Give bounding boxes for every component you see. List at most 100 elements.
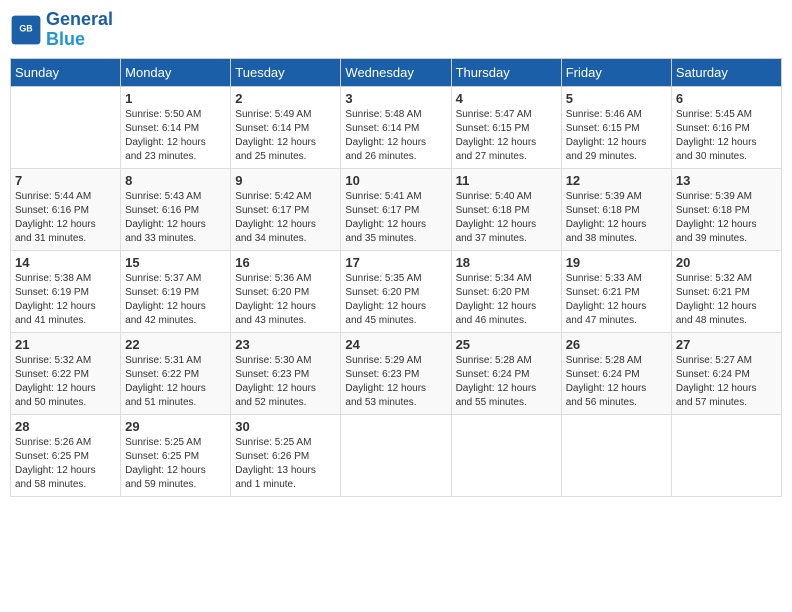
calendar-cell: 2 Sunrise: 5:49 AM Sunset: 6:14 PM Daylig… bbox=[231, 86, 341, 168]
day-info: Sunrise: 5:27 AM Sunset: 6:24 PM Dayligh… bbox=[676, 354, 777, 410]
calendar-cell: 12 Sunrise: 5:39 AM Sunset: 6:18 PM Dayli… bbox=[561, 168, 671, 250]
day-number: 13 bbox=[676, 173, 777, 188]
calendar-cell: 23Sunrise: 5:30 AM Sunset: 6:23 PM Dayli… bbox=[231, 332, 341, 414]
calendar-cell: 22 Sunrise: 5:31 AM Sunset: 6:22 PM Dayli… bbox=[121, 332, 231, 414]
calendar-week-row: 21Sunrise: 5:32 AM Sunset: 6:22 PM Dayli… bbox=[11, 332, 782, 414]
calendar-cell: 9 Sunrise: 5:42 AM Sunset: 6:17 PM Daylig… bbox=[231, 168, 341, 250]
day-info: Sunrise: 5:50 AM Sunset: 6:14 PM Dayligh… bbox=[125, 108, 226, 164]
day-header-saturday: Saturday bbox=[671, 58, 781, 86]
calendar-table: SundayMondayTuesdayWednesdayThursdayFrid… bbox=[10, 58, 782, 497]
day-info: Sunrise: 5:33 AM Sunset: 6:21 PM Dayligh… bbox=[566, 272, 667, 328]
day-info: Sunrise: 5:48 AM Sunset: 6:14 PM Dayligh… bbox=[345, 108, 446, 164]
day-info: Sunrise: 5:28 AM Sunset: 6:24 PM Dayligh… bbox=[566, 354, 667, 410]
day-info: Sunrise: 5:46 AM Sunset: 6:15 PM Dayligh… bbox=[566, 108, 667, 164]
day-number: 23 bbox=[235, 337, 336, 352]
day-info: Sunrise: 5:31 AM Sunset: 6:22 PM Dayligh… bbox=[125, 354, 226, 410]
day-number: 12 bbox=[566, 173, 667, 188]
day-number: 17 bbox=[345, 255, 446, 270]
day-number: 15 bbox=[125, 255, 226, 270]
day-info: Sunrise: 5:35 AM Sunset: 6:20 PM Dayligh… bbox=[345, 272, 446, 328]
calendar-week-row: 14 Sunrise: 5:38 AM Sunset: 6:19 PM Dayli… bbox=[11, 250, 782, 332]
day-info: Sunrise: 5:47 AM Sunset: 6:15 PM Dayligh… bbox=[456, 108, 557, 164]
day-header-wednesday: Wednesday bbox=[341, 58, 451, 86]
day-number: 19 bbox=[566, 255, 667, 270]
day-number: 30 bbox=[235, 419, 336, 434]
day-header-monday: Monday bbox=[121, 58, 231, 86]
calendar-cell: 15 Sunrise: 5:37 AM Sunset: 6:19 PM Dayli… bbox=[121, 250, 231, 332]
calendar-cell: 10 Sunrise: 5:41 AM Sunset: 6:17 PM Dayli… bbox=[341, 168, 451, 250]
calendar-cell: 13 Sunrise: 5:39 AM Sunset: 6:18 PM Dayli… bbox=[671, 168, 781, 250]
day-number: 4 bbox=[456, 91, 557, 106]
calendar-cell: 18Sunrise: 5:34 AM Sunset: 6:20 PM Dayli… bbox=[451, 250, 561, 332]
day-info: Sunrise: 5:28 AM Sunset: 6:24 PM Dayligh… bbox=[456, 354, 557, 410]
calendar-cell: 27 Sunrise: 5:27 AM Sunset: 6:24 PM Dayli… bbox=[671, 332, 781, 414]
calendar-cell: 6Sunrise: 5:45 AM Sunset: 6:16 PM Daylig… bbox=[671, 86, 781, 168]
calendar-cell: 17 Sunrise: 5:35 AM Sunset: 6:20 PM Dayli… bbox=[341, 250, 451, 332]
calendar-cell bbox=[451, 414, 561, 496]
day-info: Sunrise: 5:38 AM Sunset: 6:19 PM Dayligh… bbox=[15, 272, 116, 328]
day-number: 14 bbox=[15, 255, 116, 270]
day-number: 2 bbox=[235, 91, 336, 106]
calendar-cell bbox=[341, 414, 451, 496]
day-header-thursday: Thursday bbox=[451, 58, 561, 86]
calendar-cell: 7 Sunrise: 5:44 AM Sunset: 6:16 PM Daylig… bbox=[11, 168, 121, 250]
day-info: Sunrise: 5:40 AM Sunset: 6:18 PM Dayligh… bbox=[456, 190, 557, 246]
day-number: 24 bbox=[345, 337, 446, 352]
calendar-week-row: 28 Sunrise: 5:26 AM Sunset: 6:25 PM Dayli… bbox=[11, 414, 782, 496]
day-info: Sunrise: 5:26 AM Sunset: 6:25 PM Dayligh… bbox=[15, 436, 116, 492]
day-info: Sunrise: 5:44 AM Sunset: 6:16 PM Dayligh… bbox=[15, 190, 116, 246]
calendar-cell: 11 Sunrise: 5:40 AM Sunset: 6:18 PM Dayli… bbox=[451, 168, 561, 250]
calendar-cell: 26 Sunrise: 5:28 AM Sunset: 6:24 PM Dayli… bbox=[561, 332, 671, 414]
day-info: Sunrise: 5:39 AM Sunset: 6:18 PM Dayligh… bbox=[566, 190, 667, 246]
day-info: Sunrise: 5:32 AM Sunset: 6:22 PM Dayligh… bbox=[15, 354, 116, 410]
day-number: 11 bbox=[456, 173, 557, 188]
day-info: Sunrise: 5:25 AM Sunset: 6:26 PM Dayligh… bbox=[235, 436, 336, 492]
day-number: 8 bbox=[125, 173, 226, 188]
calendar-cell bbox=[561, 414, 671, 496]
day-number: 5 bbox=[566, 91, 667, 106]
calendar-cell: 20 Sunrise: 5:32 AM Sunset: 6:21 PM Dayli… bbox=[671, 250, 781, 332]
day-info: Sunrise: 5:37 AM Sunset: 6:19 PM Dayligh… bbox=[125, 272, 226, 328]
day-info: Sunrise: 5:25 AM Sunset: 6:25 PM Dayligh… bbox=[125, 436, 226, 492]
calendar-cell: 30 Sunrise: 5:25 AM Sunset: 6:26 PM Dayli… bbox=[231, 414, 341, 496]
day-number: 3 bbox=[345, 91, 446, 106]
calendar-week-row: 1 Sunrise: 5:50 AM Sunset: 6:14 PM Daylig… bbox=[11, 86, 782, 168]
day-number: 10 bbox=[345, 173, 446, 188]
day-info: Sunrise: 5:29 AM Sunset: 6:23 PM Dayligh… bbox=[345, 354, 446, 410]
day-header-friday: Friday bbox=[561, 58, 671, 86]
day-number: 16 bbox=[235, 255, 336, 270]
day-number: 20 bbox=[676, 255, 777, 270]
day-info: Sunrise: 5:32 AM Sunset: 6:21 PM Dayligh… bbox=[676, 272, 777, 328]
day-number: 26 bbox=[566, 337, 667, 352]
calendar-cell: 19 Sunrise: 5:33 AM Sunset: 6:21 PM Dayli… bbox=[561, 250, 671, 332]
day-info: Sunrise: 5:34 AM Sunset: 6:20 PM Dayligh… bbox=[456, 272, 557, 328]
day-number: 1 bbox=[125, 91, 226, 106]
day-info: Sunrise: 5:39 AM Sunset: 6:18 PM Dayligh… bbox=[676, 190, 777, 246]
day-number: 6 bbox=[676, 91, 777, 106]
calendar-header-row: SundayMondayTuesdayWednesdayThursdayFrid… bbox=[11, 58, 782, 86]
day-number: 29 bbox=[125, 419, 226, 434]
calendar-cell bbox=[671, 414, 781, 496]
calendar-cell: 5 Sunrise: 5:46 AM Sunset: 6:15 PM Daylig… bbox=[561, 86, 671, 168]
day-info: Sunrise: 5:36 AM Sunset: 6:20 PM Dayligh… bbox=[235, 272, 336, 328]
logo: GB GeneralBlue bbox=[10, 10, 113, 50]
day-number: 27 bbox=[676, 337, 777, 352]
calendar-cell: 8Sunrise: 5:43 AM Sunset: 6:16 PM Daylig… bbox=[121, 168, 231, 250]
day-info: Sunrise: 5:42 AM Sunset: 6:17 PM Dayligh… bbox=[235, 190, 336, 246]
day-number: 9 bbox=[235, 173, 336, 188]
day-info: Sunrise: 5:49 AM Sunset: 6:14 PM Dayligh… bbox=[235, 108, 336, 164]
logo-text: GeneralBlue bbox=[46, 10, 113, 50]
header: GB GeneralBlue bbox=[10, 10, 782, 50]
calendar-cell: 4 Sunrise: 5:47 AM Sunset: 6:15 PM Daylig… bbox=[451, 86, 561, 168]
calendar-cell: 21Sunrise: 5:32 AM Sunset: 6:22 PM Dayli… bbox=[11, 332, 121, 414]
calendar-cell: 29 Sunrise: 5:25 AM Sunset: 6:25 PM Dayli… bbox=[121, 414, 231, 496]
calendar-cell bbox=[11, 86, 121, 168]
day-number: 22 bbox=[125, 337, 226, 352]
day-number: 28 bbox=[15, 419, 116, 434]
day-number: 7 bbox=[15, 173, 116, 188]
calendar-cell: 24 Sunrise: 5:29 AM Sunset: 6:23 PM Dayli… bbox=[341, 332, 451, 414]
day-info: Sunrise: 5:41 AM Sunset: 6:17 PM Dayligh… bbox=[345, 190, 446, 246]
calendar-cell: 28 Sunrise: 5:26 AM Sunset: 6:25 PM Dayli… bbox=[11, 414, 121, 496]
calendar-cell: 1 Sunrise: 5:50 AM Sunset: 6:14 PM Daylig… bbox=[121, 86, 231, 168]
calendar-week-row: 7 Sunrise: 5:44 AM Sunset: 6:16 PM Daylig… bbox=[11, 168, 782, 250]
